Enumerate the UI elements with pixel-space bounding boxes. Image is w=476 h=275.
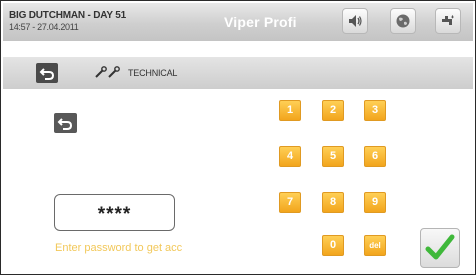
delete-key[interactable]: del xyxy=(364,235,386,256)
speaker-icon xyxy=(349,15,362,27)
key-1[interactable]: 1 xyxy=(279,100,301,121)
key-3[interactable]: 3 xyxy=(364,100,386,121)
sound-button[interactable] xyxy=(342,8,368,34)
nav-back-button[interactable] xyxy=(36,63,58,83)
key-5[interactable]: 5 xyxy=(322,146,344,167)
key-9[interactable]: 9 xyxy=(364,192,386,213)
title-bar: BIG DUTCHMAN - DAY 51 14:57 - 27.04.2011… xyxy=(3,3,473,41)
faucet-icon xyxy=(442,15,454,25)
app-window: BIG DUTCHMAN - DAY 51 14:57 - 27.04.2011… xyxy=(0,0,476,275)
water-button[interactable] xyxy=(435,8,461,34)
key-6[interactable]: 6 xyxy=(364,146,386,167)
globe-icon xyxy=(396,14,410,28)
key-2[interactable]: 2 xyxy=(322,100,344,121)
password-field[interactable]: **** xyxy=(54,194,175,231)
back-arrow-icon xyxy=(57,118,73,130)
confirm-button[interactable] xyxy=(420,228,460,268)
checkmark-icon xyxy=(425,234,455,260)
farm-day-title: BIG DUTCHMAN - DAY 51 xyxy=(9,10,126,21)
password-value: **** xyxy=(97,204,132,225)
key-0[interactable]: 0 xyxy=(322,235,344,256)
content-back-button[interactable] xyxy=(54,113,77,133)
key-8[interactable]: 8 xyxy=(322,192,344,213)
wrench-icon xyxy=(95,66,120,78)
navigation-bar: TECHNICAL xyxy=(3,57,473,89)
language-button[interactable] xyxy=(390,8,416,34)
password-hint: Enter password to get acc xyxy=(55,242,183,254)
key-7[interactable]: 7 xyxy=(279,192,301,213)
key-4[interactable]: 4 xyxy=(279,146,301,167)
back-arrow-icon xyxy=(39,68,55,80)
product-name: Viper Profi xyxy=(224,14,297,30)
datetime: 14:57 - 27.04.2011 xyxy=(9,22,79,32)
section-label: TECHNICAL xyxy=(128,68,178,78)
